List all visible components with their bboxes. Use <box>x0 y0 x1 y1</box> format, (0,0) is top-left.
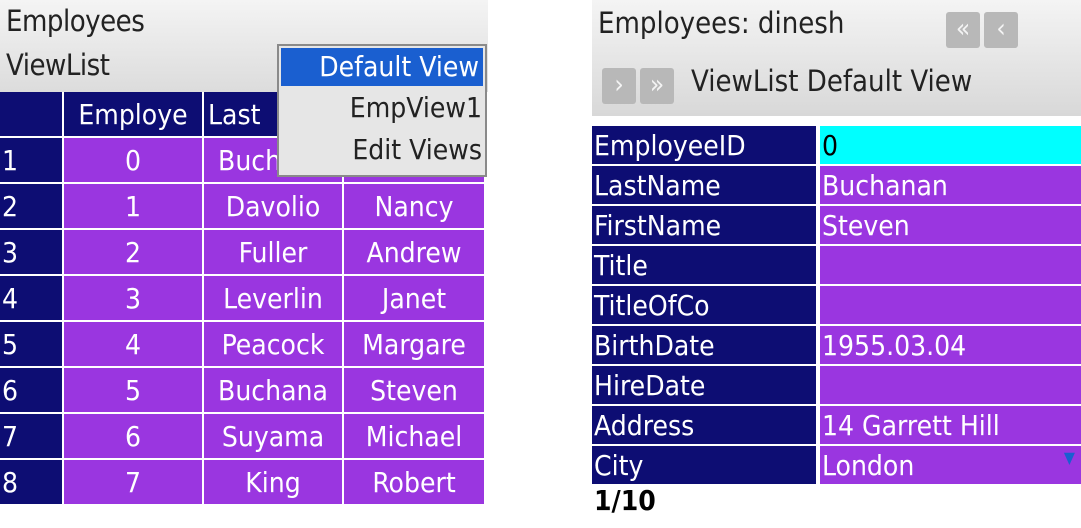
screen-title: Employees <box>6 4 145 38</box>
field-row: LastName Buchanan <box>592 166 1081 206</box>
field-row: BirthDate 1955.03.04 <box>592 326 1081 366</box>
previous-record-button[interactable]: ‹ <box>984 12 1018 48</box>
cell-employeeid: 2 <box>64 230 202 274</box>
field-value[interactable]: London <box>820 446 1081 484</box>
field-row: TitleOfCo <box>592 286 1081 326</box>
cell-lastname: Suyama <box>204 414 342 458</box>
cell-employeeid: 4 <box>64 322 202 366</box>
table-row[interactable]: 6 5 Buchana Steven <box>0 368 488 414</box>
field-value[interactable]: Steven <box>820 206 1081 244</box>
row-index: 6 <box>0 368 62 412</box>
row-index: 7 <box>0 414 62 458</box>
cell-firstname: Nancy <box>344 184 484 228</box>
last-record-button[interactable]: » <box>640 68 674 104</box>
row-index: 1 <box>0 138 62 182</box>
table-row[interactable]: 7 6 Suyama Michael <box>0 414 488 460</box>
table-row[interactable]: 5 4 Peacock Margare <box>0 322 488 368</box>
field-row: EmployeeID 0 <box>592 126 1081 166</box>
cell-firstname: Andrew <box>344 230 484 274</box>
header-employeeid[interactable]: Employe <box>64 92 202 136</box>
field-value[interactable]: 0 <box>820 126 1081 164</box>
cell-lastname: Leverlin <box>204 276 342 320</box>
field-value[interactable] <box>820 246 1081 284</box>
row-index: 3 <box>0 230 62 274</box>
cell-employeeid: 6 <box>64 414 202 458</box>
cell-employeeid: 0 <box>64 138 202 182</box>
row-index: 8 <box>0 460 62 504</box>
field-label: HireDate <box>592 366 816 404</box>
row-index: 2 <box>0 184 62 228</box>
next-record-button[interactable]: › <box>602 68 636 104</box>
cell-lastname: Fuller <box>204 230 342 274</box>
record-pager: 1/10 <box>594 484 656 517</box>
cell-firstname: Janet <box>344 276 484 320</box>
cell-employeeid: 7 <box>64 460 202 504</box>
table-row[interactable]: 4 3 Leverlin Janet <box>0 276 488 322</box>
table-row[interactable]: 2 1 Davolio Nancy <box>0 184 488 230</box>
first-record-button[interactable]: « <box>946 12 980 48</box>
table-row[interactable]: 3 2 Fuller Andrew <box>0 230 488 276</box>
employees-list-screen: Employees ViewList Employe Last 1 0 Buchan… <box>0 0 488 528</box>
header-index <box>0 92 62 136</box>
field-row: City London ▼ <box>592 446 1081 484</box>
field-value[interactable]: Buchanan <box>820 166 1081 204</box>
chevron-down-icon[interactable]: ▼ <box>1064 448 1075 467</box>
field-label: EmployeeID <box>592 126 816 164</box>
detail-header: Employees: dinesh « ‹ › » ViewList Defau… <box>592 0 1081 116</box>
row-index: 5 <box>0 322 62 366</box>
field-label: BirthDate <box>592 326 816 364</box>
detail-fields-table: EmployeeID 0 LastName Buchanan FirstName Stev… <box>592 126 1081 484</box>
field-row: Title <box>592 246 1081 286</box>
menu-item-edit-views[interactable]: Edit Views <box>352 131 482 169</box>
cell-firstname: Michael <box>344 414 484 458</box>
view-label[interactable]: ViewList <box>6 48 110 82</box>
field-label: LastName <box>592 166 816 204</box>
view-label[interactable]: ViewList Default View <box>691 64 972 98</box>
field-label: Title <box>592 246 816 284</box>
screen-title: Employees: dinesh <box>598 6 845 40</box>
table-row[interactable]: 8 7 King Robert <box>0 460 488 506</box>
field-value[interactable]: 1955.03.04 <box>820 326 1081 364</box>
field-value[interactable] <box>820 366 1081 404</box>
field-row: FirstName Steven <box>592 206 1081 246</box>
field-row: Address 14 Garrett Hill <box>592 406 1081 446</box>
field-row: HireDate <box>592 366 1081 406</box>
cell-lastname: Davolio <box>204 184 342 228</box>
cell-lastname: Buchana <box>204 368 342 412</box>
view-dropdown-menu: Default View EmpView1 Edit Views <box>277 44 487 177</box>
cell-firstname: Margare <box>344 322 484 366</box>
cell-firstname: Robert <box>344 460 484 504</box>
row-index: 4 <box>0 276 62 320</box>
field-value[interactable] <box>820 286 1081 324</box>
field-label: FirstName <box>592 206 816 244</box>
menu-item-empview1[interactable]: EmpView1 <box>350 89 482 127</box>
employee-detail-screen: Employees: dinesh « ‹ › » ViewList Defau… <box>592 0 1081 528</box>
cell-employeeid: 1 <box>64 184 202 228</box>
cell-firstname: Steven <box>344 368 484 412</box>
field-label: City <box>592 446 816 484</box>
menu-item-default-view[interactable]: Default View <box>281 48 483 86</box>
field-label: TitleOfCo <box>592 286 816 324</box>
cell-lastname: King <box>204 460 342 504</box>
cell-lastname: Peacock <box>204 322 342 366</box>
field-value[interactable]: 14 Garrett Hill <box>820 406 1081 444</box>
cell-employeeid: 3 <box>64 276 202 320</box>
cell-employeeid: 5 <box>64 368 202 412</box>
field-label: Address <box>592 406 816 444</box>
